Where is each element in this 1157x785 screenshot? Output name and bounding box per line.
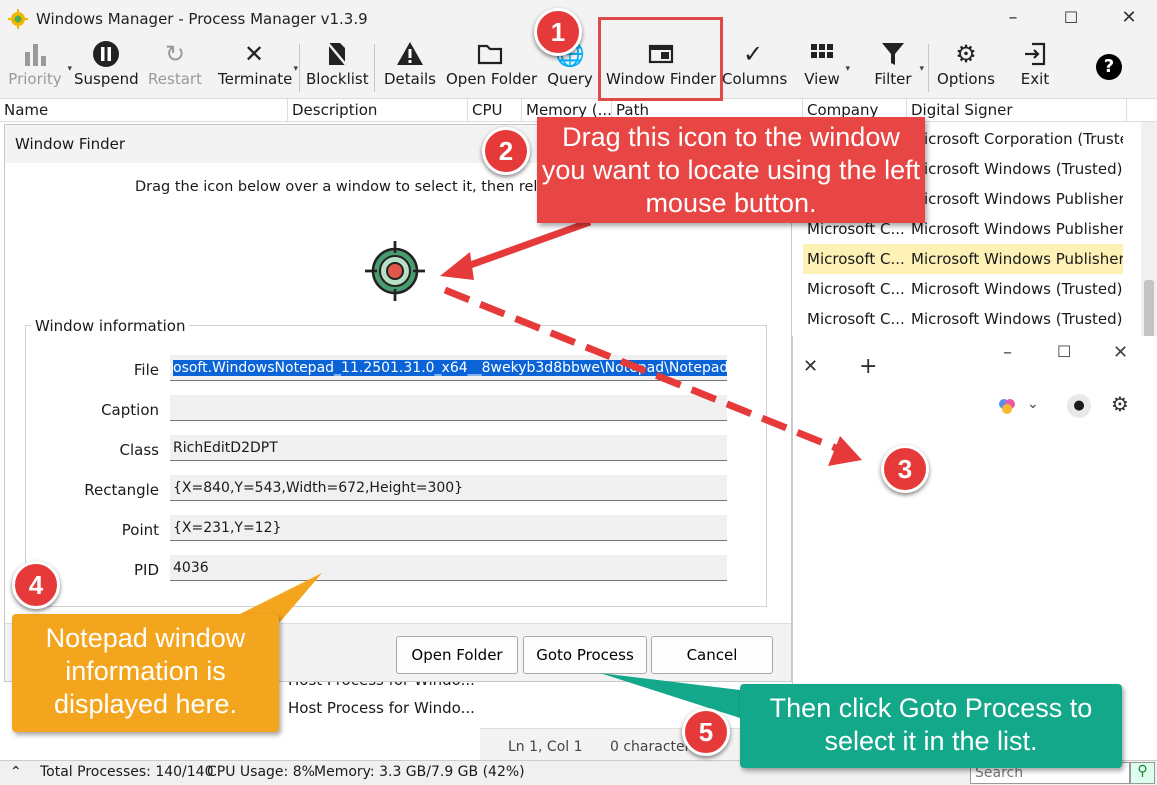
step-badge-3: 3 (881, 445, 929, 493)
arrow-to-target (460, 218, 592, 272)
callout-goto-process: Then click Goto Process to select it in … (740, 684, 1122, 768)
callout-drag-instruction: Drag this icon to the window you want to… (537, 117, 925, 223)
arrowhead (440, 252, 474, 280)
dashed-arrow-to-notepad (443, 286, 838, 452)
step-badge-4: 4 (12, 561, 60, 609)
step-badge-1: 1 (534, 8, 582, 56)
arrowhead (828, 436, 862, 466)
step-badge-2: 2 (482, 127, 530, 175)
step-badge-5: 5 (682, 708, 730, 756)
callout-info-displayed: Notepad window information is displayed … (12, 614, 279, 732)
